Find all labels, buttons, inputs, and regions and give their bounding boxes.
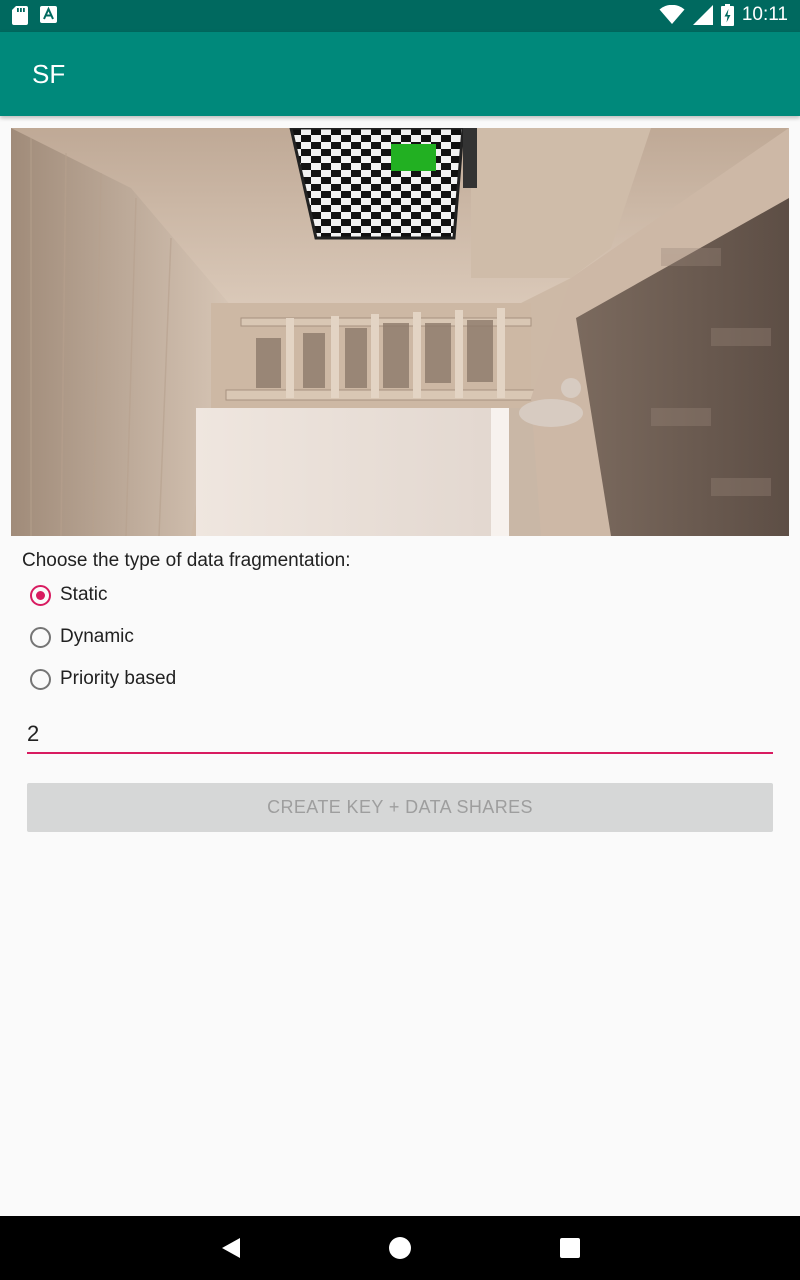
status-bar: 10:11: [0, 0, 800, 32]
radio-static[interactable]: Static: [30, 577, 108, 613]
cell-signal-icon: [692, 5, 713, 25]
home-icon[interactable]: [386, 1234, 414, 1262]
radio-checked-icon[interactable]: [30, 584, 51, 606]
status-time: 10:11: [741, 4, 788, 25]
recents-icon[interactable]: [556, 1234, 584, 1262]
create-key-data-shares-button[interactable]: CREATE KEY + DATA SHARES: [27, 783, 773, 832]
app-title: SF: [32, 59, 66, 89]
shares-number-input[interactable]: [27, 716, 773, 754]
radio-priority-based-label: Priority based: [60, 668, 177, 689]
radio-priority-based[interactable]: Priority based: [30, 661, 176, 697]
radio-dynamic[interactable]: Dynamic: [30, 619, 134, 655]
sd-card-icon: [12, 6, 28, 25]
wifi-icon: [659, 5, 685, 24]
fragmentation-prompt: Choose the type of data fragmentation:: [22, 550, 351, 571]
battery-charging-icon: [720, 4, 734, 26]
radio-unchecked-icon[interactable]: [30, 626, 51, 648]
room-photo: [11, 128, 789, 536]
app-bar: SF: [0, 32, 800, 116]
back-icon[interactable]: [218, 1234, 246, 1262]
notification-a-icon: [40, 6, 57, 23]
radio-unchecked-icon[interactable]: [30, 668, 51, 690]
radio-dynamic-label: Dynamic: [60, 626, 134, 647]
radio-static-label: Static: [60, 584, 108, 605]
system-nav-bar: [0, 1216, 800, 1280]
